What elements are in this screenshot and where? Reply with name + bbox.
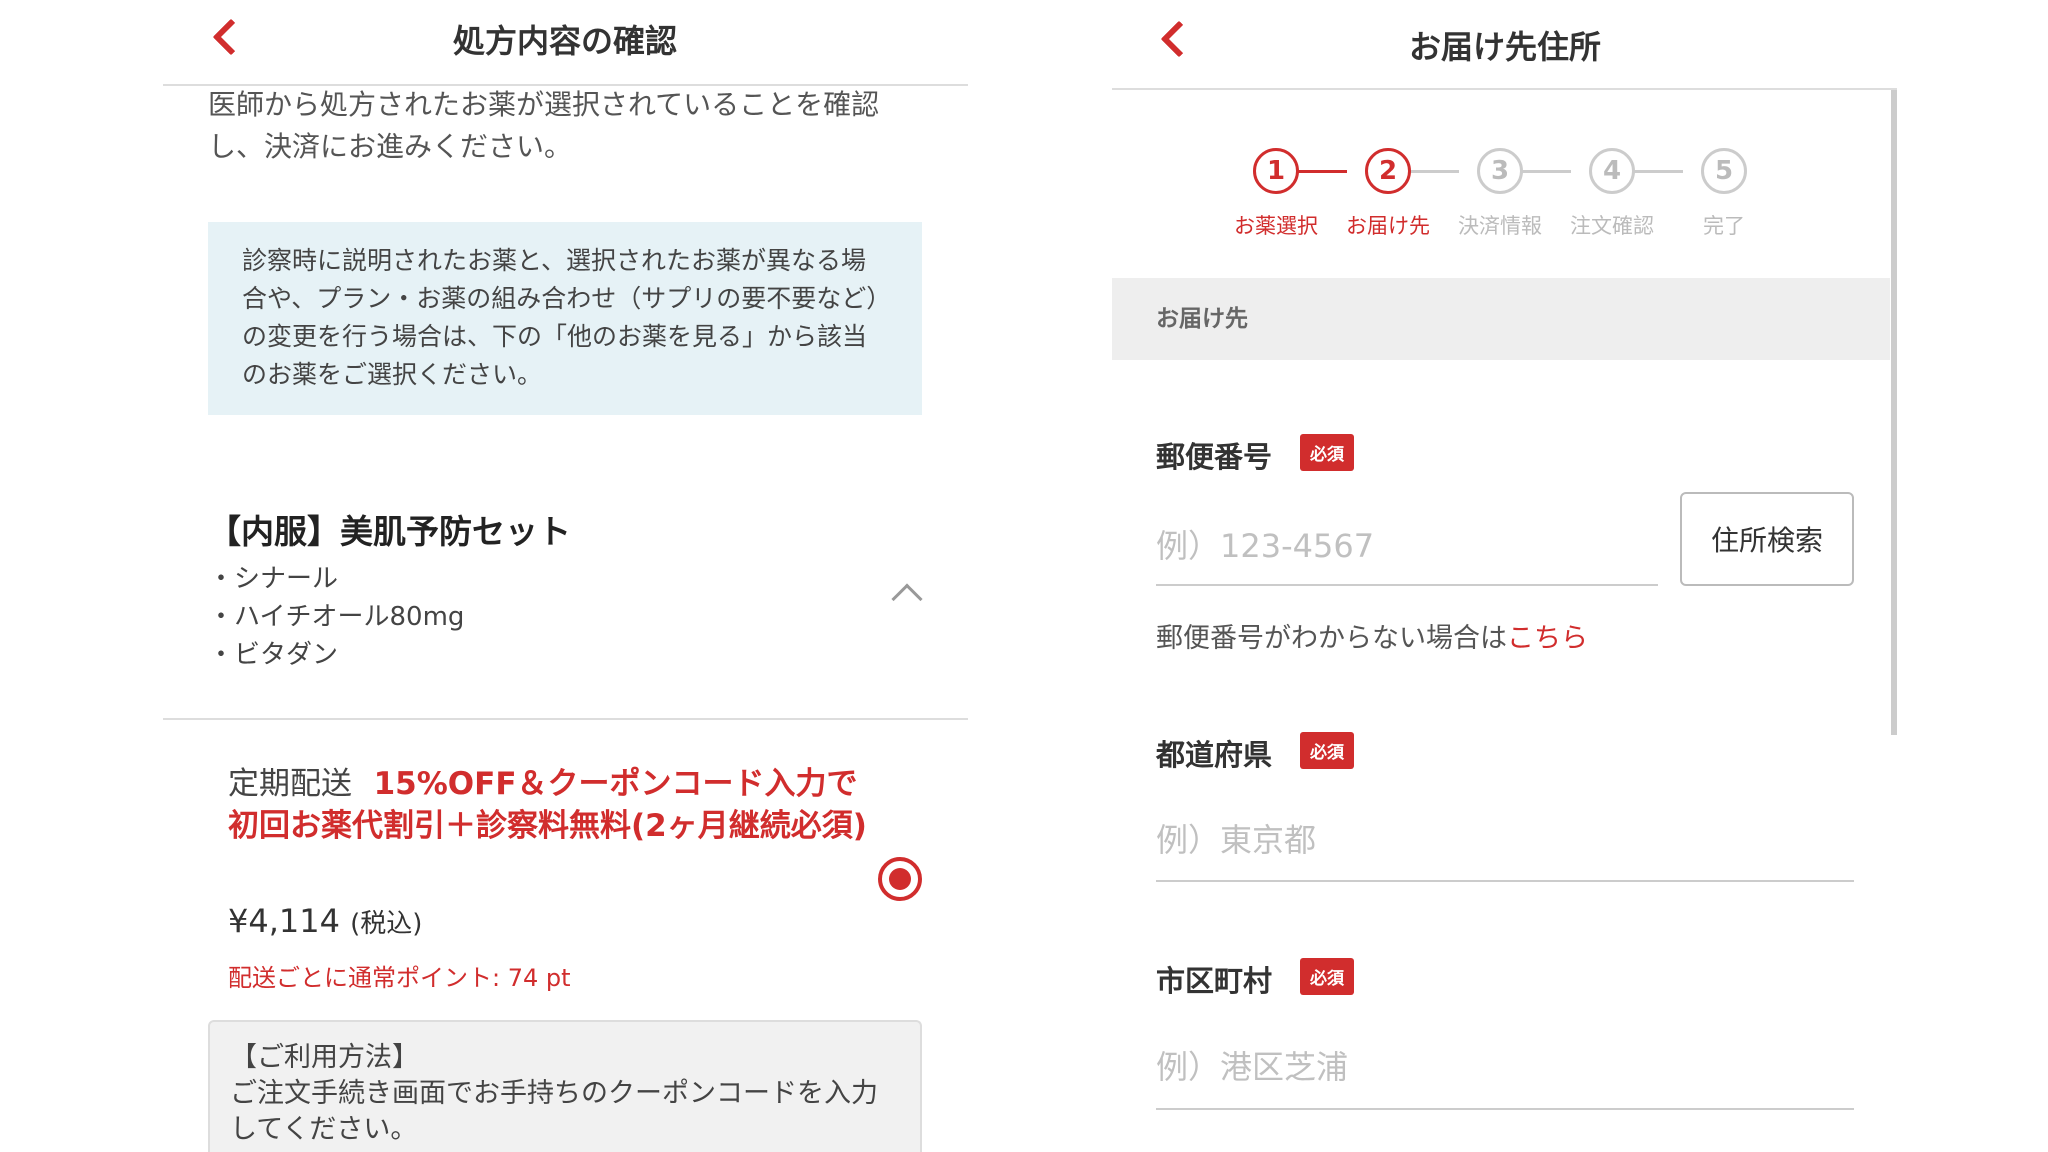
prefecture-label: 都道府県 (1156, 738, 1273, 772)
radio-dot (889, 868, 911, 890)
plan-price: ¥4,114 (228, 902, 340, 940)
city-input[interactable] (1156, 1026, 1854, 1110)
prefecture-input[interactable] (1156, 800, 1854, 882)
section-header: お届け先 (1112, 278, 1890, 360)
city-label: 市区町村 (1156, 964, 1273, 998)
usage-title: 【ご利用方法】 (230, 1042, 419, 1073)
address-search-button[interactable]: 住所検索 (1680, 492, 1854, 586)
plan-price-row: ¥4,114 (税込) (228, 902, 422, 940)
step-4-label: 注文確認 (1570, 214, 1654, 238)
step-3-circle: 3 (1477, 148, 1523, 194)
step-5-circle: 5 (1701, 148, 1747, 194)
step-2-circle: 2 (1365, 148, 1411, 194)
intro-text: 医師から処方されたお薬が選択されていることを確認し、決済にお進みください。 (208, 88, 880, 163)
required-badge: 必須 (1300, 958, 1354, 995)
notice-box: 診察時に説明されたお薬と、選択されたお薬が異なる場合や、プラン・お薬の組み合わせ… (208, 222, 922, 415)
postal-help: 郵便番号がわからない場合はこちら (1156, 616, 1588, 655)
list-item: ・ハイチオール80mg (208, 602, 465, 632)
step-4-circle: 4 (1589, 148, 1635, 194)
usage-text: ご注文手続き画面でお手持ちのクーポンコードを入力してください。 (230, 1078, 878, 1145)
required-badge: 必須 (1300, 732, 1354, 769)
notice-text: 診察時に説明されたお薬と、選択されたお薬が異なる場合や、プラン・お薬の組み合わせ… (242, 246, 879, 389)
scrollbar[interactable] (1891, 90, 1897, 735)
plan-radio[interactable] (878, 857, 922, 901)
postal-help-link[interactable]: こちら (1507, 623, 1588, 654)
product-title: 【内服】美肌予防セット (208, 512, 571, 551)
postal-label: 郵便番号 (1156, 440, 1273, 474)
list-item: ・ビタダン (208, 640, 339, 670)
plan-option[interactable]: 定期配送 15%OFF＆クーポンコード入力で初回お薬代割引＋診察料無料(2ヶ月継… (228, 763, 868, 847)
list-item: ・シナール (208, 564, 339, 594)
required-badge: 必須 (1300, 434, 1354, 471)
step-2-label: お届け先 (1346, 214, 1430, 238)
plan-points: 配送ごとに通常ポイント: 74 pt (228, 964, 571, 992)
progress-stepper: 1 2 3 4 5 お薬選択 お届け先 決済情報 注文確認 完了 (1112, 138, 1897, 248)
step-5-label: 完了 (1703, 214, 1745, 238)
usage-box: 【ご利用方法】 ご注文手続き画面でお手持ちのクーポンコードを入力してください。 (208, 1020, 922, 1152)
header-divider (1112, 88, 1897, 90)
page-title: 処方内容の確認 (452, 22, 677, 60)
section-divider (163, 718, 968, 720)
page-title: お届け先住所 (1408, 28, 1601, 66)
postal-code-input[interactable] (1156, 508, 1658, 586)
step-3-label: 決済情報 (1458, 214, 1542, 238)
step-1-label: お薬選択 (1234, 214, 1318, 238)
postal-help-text: 郵便番号がわからない場合は (1156, 623, 1507, 654)
plan-lead: 定期配送 (228, 766, 352, 802)
plan-tax: (税込) (350, 909, 423, 939)
collapse-chevron-icon[interactable] (891, 583, 923, 615)
ingredient-list: ・シナール ・ハイチオール80mg ・ビタダン (208, 560, 464, 674)
step-1-circle: 1 (1253, 148, 1299, 194)
